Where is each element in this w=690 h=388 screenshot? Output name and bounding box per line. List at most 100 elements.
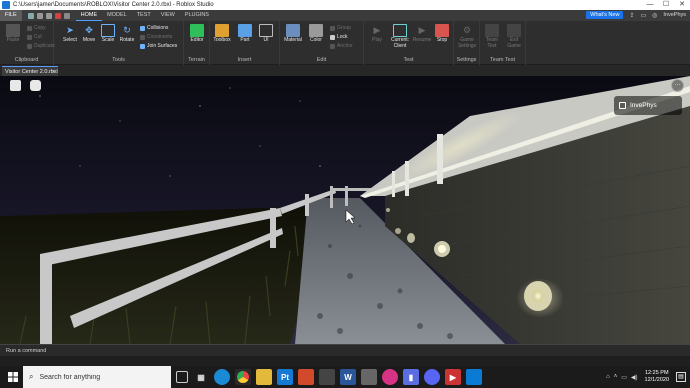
toolbox-button[interactable]: Toolbox (211, 24, 233, 44)
lock-button[interactable]: Lock (330, 34, 348, 40)
document-tab[interactable]: Visitor Center 2.0.rbxl × (2, 66, 58, 76)
edge-icon[interactable] (214, 369, 230, 385)
game-settings-button[interactable]: ⚙ Game Settings (456, 24, 478, 49)
settings-group: ⚙ Game Settings Settings (454, 21, 480, 65)
terrain-label: Terrain (188, 57, 205, 63)
settings-label: Settings (456, 57, 477, 63)
join-surfaces-button[interactable]: Join Surfaces (140, 43, 177, 49)
tray-people-icon[interactable]: ⌂ (606, 374, 610, 380)
volume-icon[interactable]: ◀) (631, 374, 638, 381)
chat-icon[interactable]: ▭ (640, 12, 646, 19)
tab-model[interactable]: MODEL (102, 10, 132, 21)
anchor-icon (330, 43, 335, 49)
edit-label: Edit (316, 57, 327, 63)
tools-group: ➤ Select ✥ Move Scale ↻ Rotate Collision… (54, 21, 184, 65)
taskbar-search-input[interactable] (39, 373, 160, 381)
task-view-icon[interactable] (176, 371, 188, 383)
tab-test[interactable]: TEST (132, 10, 156, 21)
window-titlebar: C:\Users\jamer\Documents\ROBLOX\Visitor … (0, 0, 690, 10)
share-icon[interactable]: ⇪ (629, 12, 634, 19)
file-explorer-icon[interactable] (256, 369, 272, 385)
roblox-logo-icon[interactable] (10, 80, 21, 91)
part-button[interactable]: Part (234, 24, 256, 44)
toolbox-icon (215, 24, 229, 37)
quick-access-toolbar (27, 12, 70, 19)
file-menu[interactable]: FILE (0, 10, 22, 21)
tab-view[interactable]: VIEW (156, 10, 180, 21)
menu-bar: FILE HOME MODEL TEST VIEW PLUGINS What's… (0, 10, 690, 21)
team-test-button[interactable]: Team Test (481, 24, 503, 49)
paint-icon[interactable] (382, 369, 398, 385)
color-button[interactable]: Color (305, 24, 327, 44)
ui-icon (259, 24, 273, 37)
constraints-button[interactable]: Constraints (140, 34, 172, 40)
resume-button[interactable]: ▶ Resume (411, 24, 433, 44)
user-menu[interactable]: InvePhys (663, 12, 686, 18)
clock[interactable]: 12:25 PM 12/1/2020 (645, 370, 669, 384)
command-bar (0, 344, 690, 356)
word-icon[interactable]: W (340, 369, 356, 385)
play-button[interactable]: ▶ Play (366, 24, 388, 44)
group-button[interactable]: Group (330, 25, 351, 31)
resume-icon: ▶ (418, 25, 426, 35)
rotate-icon: ↻ (123, 25, 131, 35)
terrain-editor-button[interactable]: Editor (186, 24, 208, 44)
paste-button[interactable]: Paste (2, 24, 24, 44)
current-client-button[interactable]: Current: Client (387, 24, 413, 49)
taskbar-search[interactable]: ⌕ (23, 366, 171, 388)
material-button[interactable]: Material (282, 24, 304, 44)
stop-icon (435, 24, 449, 37)
scale-icon (101, 24, 115, 37)
terrain-group: Editor Terrain (184, 21, 210, 65)
minimize-button[interactable]: — (642, 0, 658, 10)
collisions-button[interactable]: Collisions (140, 25, 168, 31)
constraints-icon (140, 34, 145, 40)
3d-viewport[interactable]: ··· InvePhys (0, 76, 690, 344)
record-icon[interactable] (54, 12, 61, 19)
insert-group: Toolbox Part UI Insert (210, 21, 280, 65)
discord-icon[interactable] (424, 369, 440, 385)
redo-icon[interactable] (45, 12, 52, 19)
client-icon (393, 24, 407, 37)
anchor-button[interactable]: Anchor (330, 43, 353, 49)
chrome-icon[interactable] (235, 369, 251, 385)
photos-icon[interactable]: Pt (277, 369, 293, 385)
maximize-button[interactable]: ☐ (658, 0, 674, 10)
save-icon[interactable] (27, 12, 34, 19)
cursor-icon: ➤ (66, 25, 74, 35)
exit-game-button[interactable]: Exit Game (503, 24, 525, 49)
paste-icon (6, 24, 20, 37)
roblox-taskbar-icon[interactable] (466, 369, 482, 385)
cut-button[interactable]: Cut (27, 34, 42, 40)
network-icon[interactable]: ▭ (621, 374, 627, 381)
stop-button[interactable]: Stop (431, 24, 453, 44)
store-icon[interactable] (319, 369, 335, 385)
close-window-button[interactable]: ✕ (674, 0, 690, 10)
more-options-icon[interactable]: ··· (671, 79, 684, 92)
start-button[interactable] (3, 366, 23, 388)
media-icon[interactable] (298, 369, 314, 385)
undo-icon[interactable] (36, 12, 43, 19)
team-test-icon (485, 24, 499, 37)
test-group: ▶ Play Current: Client ▶ Resume Stop Tes… (364, 21, 454, 65)
roblox-studio-taskbar-icon[interactable] (361, 369, 377, 385)
command-input[interactable] (2, 346, 688, 356)
system-tray: ⌂ ˄ ▭ ◀) 12:25 PM 12/1/2020 ▤ (606, 366, 690, 388)
clock-time: 12:25 PM (644, 370, 669, 376)
notes-icon[interactable]: ▮ (403, 369, 419, 385)
widgets-icon[interactable]: ▦ (193, 369, 209, 385)
ui-button[interactable]: UI (255, 24, 277, 44)
notification-icon[interactable]: ▤ (676, 372, 686, 382)
rotate-button[interactable]: ↻ Rotate (116, 24, 138, 44)
recorder-icon[interactable]: ▶ (445, 369, 461, 385)
tab-plugins[interactable]: PLUGINS (180, 10, 214, 21)
globe-icon[interactable]: ◎ (652, 12, 657, 19)
copy-button[interactable]: Copy (27, 25, 46, 31)
tray-chevron-up-icon[interactable]: ˄ (614, 374, 618, 380)
player-list[interactable]: InvePhys (614, 96, 682, 115)
chat-toggle-icon[interactable] (30, 80, 41, 91)
folder-icon[interactable] (63, 12, 70, 19)
whats-new-button[interactable]: What's New (586, 11, 624, 19)
tab-home[interactable]: HOME (75, 10, 103, 21)
duplicate-button[interactable]: Duplicate (27, 43, 55, 49)
